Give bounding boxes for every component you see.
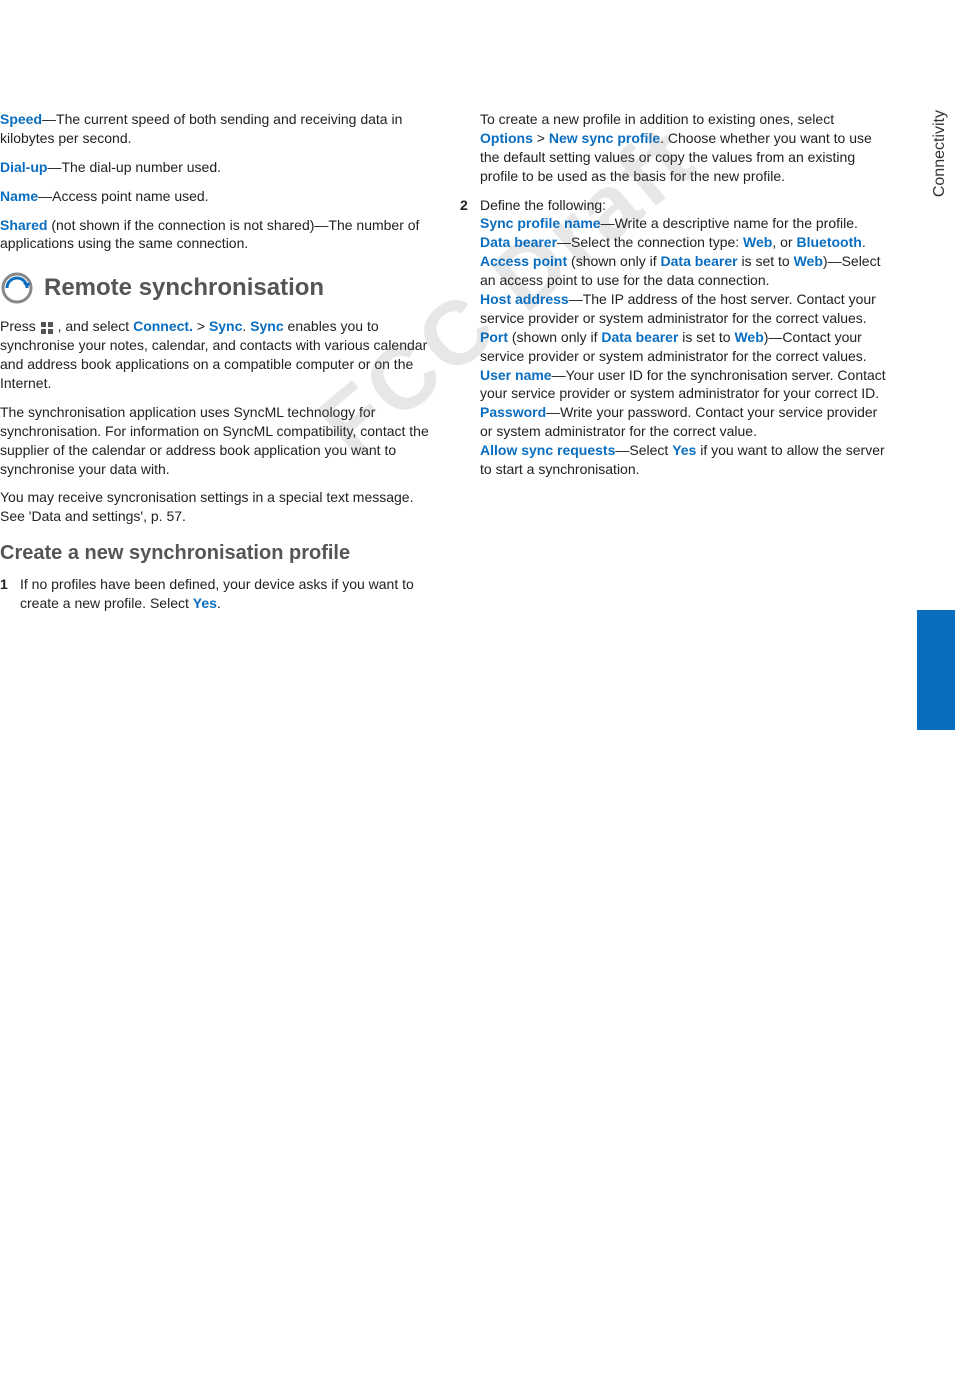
shared-para: Shared (not shown if the connection is n… bbox=[0, 216, 430, 254]
port-t2: is set to bbox=[678, 329, 734, 345]
steps-list-left: 1 If no profiles have been defined, your… bbox=[0, 575, 430, 613]
step-1-b: . bbox=[217, 595, 221, 611]
press-a: Press bbox=[0, 318, 40, 334]
db-t3: . bbox=[862, 234, 866, 250]
sync-profile-name-term: Sync profile name bbox=[480, 215, 601, 231]
web-link-1: Web bbox=[743, 234, 772, 250]
asr-yes: Yes bbox=[672, 442, 696, 458]
left-column: Speed—The current speed of both sending … bbox=[0, 110, 430, 621]
name-text: —Access point name used. bbox=[38, 188, 208, 204]
speed-para: Speed—The current speed of both sending … bbox=[0, 110, 430, 148]
newsync-link: New sync profile bbox=[549, 130, 660, 146]
ap-t2: is set to bbox=[738, 253, 794, 269]
press-para: Press , and select Connect. > Sync. Sync… bbox=[0, 317, 430, 393]
dialup-term: Dial-up bbox=[0, 159, 47, 175]
side-section-label: Connectivity bbox=[931, 110, 949, 197]
spn-text: —Write a descriptive name for the profil… bbox=[601, 215, 858, 231]
port-data-bearer: Data bearer bbox=[601, 329, 678, 345]
sub-heading: Create a new synchronisation profile bbox=[0, 540, 430, 567]
right-column: To create a new profile in addition to e… bbox=[460, 110, 890, 621]
options-link: Options bbox=[480, 130, 533, 146]
steps-list-right: 2 Define the following: Sync profile nam… bbox=[460, 196, 890, 479]
ap-web: Web bbox=[794, 253, 823, 269]
speed-term: Speed bbox=[0, 111, 42, 127]
intro-gt: > bbox=[533, 130, 549, 146]
port-term: Port bbox=[480, 329, 508, 345]
step-2: 2 Define the following: Sync profile nam… bbox=[460, 196, 890, 479]
syncml-para: The synchronisation application uses Syn… bbox=[0, 403, 430, 479]
gt1: > bbox=[193, 318, 209, 334]
name-para: Name—Access point name used. bbox=[0, 187, 430, 206]
step-1-number: 1 bbox=[0, 575, 8, 594]
sync-link-1: Sync bbox=[209, 318, 242, 334]
data-bearer-term: Data bearer bbox=[480, 234, 557, 250]
section-title: Remote synchronisation bbox=[44, 272, 324, 304]
port-t1: (shown only if bbox=[508, 329, 601, 345]
side-accent-bar: 89 bbox=[917, 610, 955, 730]
speed-text: —The current speed of both sending and r… bbox=[0, 111, 402, 146]
press-b: , and select bbox=[54, 318, 133, 334]
section-heading: Remote synchronisation bbox=[0, 271, 430, 305]
sync-link-2: Sync bbox=[250, 318, 283, 334]
asr-t1: —Select bbox=[615, 442, 672, 458]
dialup-text: —The dial-up number used. bbox=[47, 159, 221, 175]
page-number: 89 bbox=[925, 1370, 947, 1393]
page-content: Speed—The current speed of both sending … bbox=[0, 0, 955, 621]
dialup-para: Dial-up—The dial-up number used. bbox=[0, 158, 430, 177]
ap-data-bearer: Data bearer bbox=[661, 253, 738, 269]
allow-sync-term: Allow sync requests bbox=[480, 442, 615, 458]
intro-para: To create a new profile in addition to e… bbox=[460, 110, 890, 186]
password-term: Password bbox=[480, 404, 546, 420]
step-1-yes: Yes bbox=[193, 595, 217, 611]
shared-text: (not shown if the connection is not shar… bbox=[0, 217, 419, 252]
db-t2: , or bbox=[772, 234, 796, 250]
intro-a: To create a new profile in addition to e… bbox=[480, 111, 834, 127]
ap-t1: (shown only if bbox=[567, 253, 660, 269]
step-2-a: Define the following: bbox=[480, 197, 606, 213]
step-2-number: 2 bbox=[460, 196, 468, 215]
sync-icon bbox=[0, 271, 34, 305]
port-web: Web bbox=[734, 329, 763, 345]
settings-msg-para: You may receive syncronisation settings … bbox=[0, 488, 430, 526]
connect-link: Connect. bbox=[133, 318, 193, 334]
user-name-term: User name bbox=[480, 367, 552, 383]
menu-key-icon bbox=[40, 321, 54, 335]
access-point-term: Access point bbox=[480, 253, 567, 269]
db-t1: —Select the connection type: bbox=[557, 234, 743, 250]
host-address-term: Host address bbox=[480, 291, 569, 307]
name-term: Name bbox=[0, 188, 38, 204]
side-bar: Connectivity 89 bbox=[917, 0, 955, 621]
bluetooth-link: Bluetooth bbox=[796, 234, 861, 250]
step-1: 1 If no profiles have been defined, your… bbox=[0, 575, 430, 613]
shared-term: Shared bbox=[0, 217, 47, 233]
text-columns: Speed—The current speed of both sending … bbox=[0, 0, 917, 621]
